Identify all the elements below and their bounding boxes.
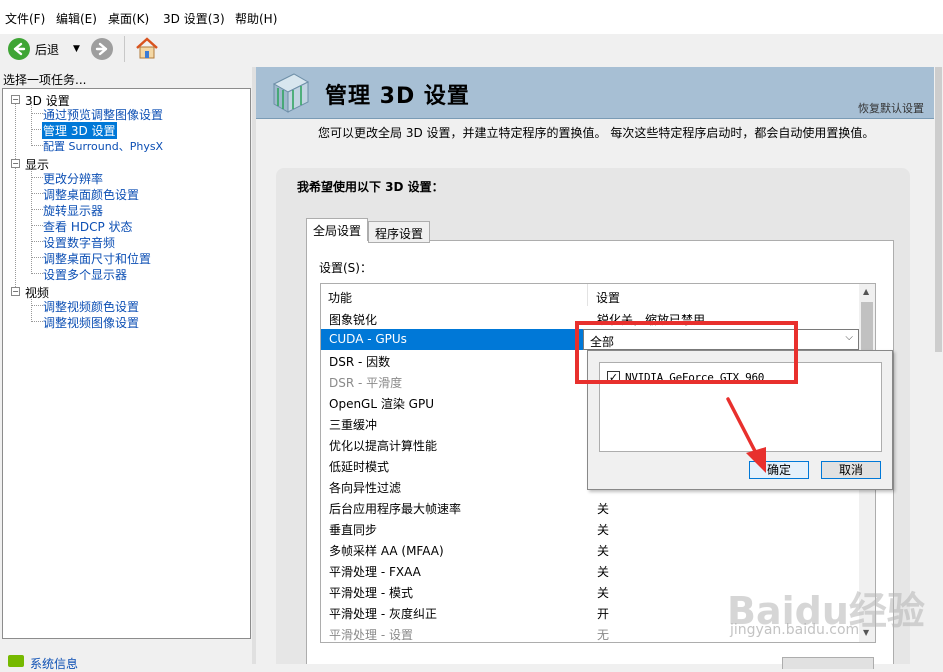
row-feature: DSR - 平滑度: [329, 376, 403, 390]
row-feature: CUDA - GPUs: [329, 332, 407, 346]
tree-branch: [31, 241, 43, 242]
annotation-arrow-icon: [726, 397, 766, 473]
back-label: 后退: [35, 42, 60, 57]
row-feature: 平滑处理 - 设置: [329, 628, 413, 642]
toolbar: 后退 ▼: [0, 34, 943, 64]
watermark-url: jingyan.baidu.com: [730, 622, 860, 638]
tree-branch: [31, 177, 43, 178]
left-panel-title: 选择一项任务...: [0, 67, 254, 89]
tree-item-preview-image[interactable]: 通过预览调整图像设置: [43, 106, 163, 123]
menu-desktop[interactable]: 桌面(K): [108, 10, 149, 27]
row-feature: 平滑处理 - FXAA: [329, 565, 421, 579]
tree-guide: [15, 103, 16, 295]
tree-item-hdcp[interactable]: 查看 HDCP 状态: [43, 218, 133, 235]
tree-branch: [31, 225, 43, 226]
settings-label: 设置(S)：: [319, 261, 372, 275]
row-value: 关: [597, 544, 610, 558]
row-feature: 优化以提高计算性能: [329, 439, 438, 453]
row-value: 无: [597, 628, 610, 642]
setting-row-vsync[interactable]: 垂直同步 关: [321, 518, 861, 539]
tree-branch: [31, 321, 43, 322]
3d-settings-icon: [268, 70, 312, 117]
tree-branch: [31, 113, 43, 114]
menubar: 文件(F) 编辑(E) 桌面(K) 3D 设置(3) 帮助(H): [0, 0, 943, 34]
page-description: 您可以更改全局 3D 设置，并建立特定程序的置换值。 每次这些特定程序启动时，都…: [318, 126, 875, 140]
column-header-feature[interactable]: 功能: [328, 289, 352, 306]
panel-splitter[interactable]: [252, 67, 256, 664]
tree-item-rotate-display[interactable]: 旋转显示器: [43, 202, 103, 219]
menu-edit[interactable]: 编辑(E): [56, 10, 97, 27]
tree-branch: [31, 305, 43, 306]
header-divider: [256, 118, 934, 119]
row-value: 开: [597, 607, 610, 621]
tree-branch: [31, 145, 43, 146]
setting-row-fxaa[interactable]: 平滑处理 - FXAA 关: [321, 560, 861, 581]
annotation-highlight-box: [575, 321, 798, 384]
collapse-toggle-video[interactable]: −: [11, 287, 20, 296]
group-title: 我希望使用以下 3D 设置：: [297, 180, 444, 194]
column-header-setting[interactable]: 设置: [596, 289, 620, 306]
page-scrollbar[interactable]: [934, 67, 943, 664]
chevron-down-icon: ⌵: [845, 332, 853, 343]
setting-row-bg-max-fps[interactable]: 后台应用程序最大帧速率 关: [321, 497, 861, 518]
row-feature: 低延时模式: [329, 460, 390, 474]
row-feature: 图象锐化: [329, 313, 378, 327]
tree-branch: [31, 209, 43, 210]
forward-arrow-icon: [95, 42, 108, 56]
tab-global-settings[interactable]: 全局设置: [306, 218, 369, 241]
row-feature: DSR - 因数: [329, 355, 391, 369]
row-value: 关: [597, 565, 610, 579]
tree-item-desktop-color[interactable]: 调整桌面颜色设置: [43, 186, 139, 203]
row-feature: 平滑处理 - 灰度纠正: [329, 607, 437, 621]
row-value: 关: [597, 502, 610, 516]
menu-help[interactable]: 帮助(H): [235, 10, 277, 27]
row-feature: 平滑处理 - 模式: [329, 586, 413, 600]
collapse-toggle-3d[interactable]: −: [11, 95, 20, 104]
row-value: 关: [597, 586, 610, 600]
tree-item-manage-3d[interactable]: 管理 3D 设置: [42, 122, 117, 139]
toolbar-divider: [124, 36, 125, 62]
tree-guide: [31, 105, 32, 146]
tree-branch: [31, 257, 43, 258]
column-divider: [587, 284, 588, 306]
row-value: 关: [597, 523, 610, 537]
scroll-up-icon[interactable]: ▲: [863, 287, 869, 296]
tree-guide: [31, 169, 32, 274]
setting-row-mfaa[interactable]: 多帧采样 AA (MFAA) 关: [321, 539, 861, 560]
menu-file[interactable]: 文件(F): [5, 10, 45, 27]
row-feature: 三重缓冲: [329, 418, 378, 432]
row-feature: OpenGL 渲染 GPU: [329, 397, 434, 411]
row-feature: 垂直同步: [329, 523, 378, 537]
restore-defaults-link[interactable]: 恢复默认设置: [858, 100, 924, 116]
home-icon: [136, 37, 158, 59]
tree-item-video-image[interactable]: 调整视频图像设置: [43, 314, 139, 331]
menu-3d-settings[interactable]: 3D 设置(3): [163, 10, 225, 27]
task-tree: − 3D 设置 通过预览调整图像设置 管理 3D 设置 配置 Surround、…: [2, 88, 251, 639]
tab-program-settings[interactable]: 程序设置: [368, 221, 431, 243]
back-dropdown-icon[interactable]: ▼: [73, 44, 80, 54]
page-title: 管理 3D 设置: [325, 84, 470, 109]
forward-button[interactable]: [91, 38, 113, 60]
tree-branch: [31, 193, 43, 194]
back-arrow-icon: [8, 38, 30, 60]
collapse-toggle-display[interactable]: −: [11, 159, 20, 168]
tree-item-video-color[interactable]: 调整视频颜色设置: [43, 298, 139, 315]
tree-item-digital-audio[interactable]: 设置数字音频: [43, 234, 115, 251]
row-feature: 后台应用程序最大帧速率: [329, 502, 462, 516]
tree-item-resolution[interactable]: 更改分辨率: [43, 170, 103, 187]
apply-button[interactable]: [782, 657, 874, 669]
page-header: 管理 3D 设置 恢复默认设置: [256, 67, 934, 118]
home-button[interactable]: [135, 36, 159, 63]
tree-item-desktop-size[interactable]: 调整桌面尺寸和位置: [43, 250, 151, 267]
page-scrollbar-thumb[interactable]: [935, 67, 942, 352]
setting-row-cuda-gpus[interactable]: CUDA - GPUs: [321, 329, 583, 350]
back-button[interactable]: 后退: [8, 38, 59, 60]
tree-branch: [31, 273, 43, 274]
row-feature: 各向异性过滤: [329, 481, 402, 495]
cancel-button[interactable]: 取消: [821, 461, 881, 479]
row-feature: 多帧采样 AA (MFAA): [329, 544, 444, 558]
nvidia-info-icon: [8, 655, 24, 667]
tree-item-surround-physx[interactable]: 配置 Surround、PhysX: [43, 138, 163, 154]
tree-item-multi-display[interactable]: 设置多个显示器: [43, 266, 127, 283]
